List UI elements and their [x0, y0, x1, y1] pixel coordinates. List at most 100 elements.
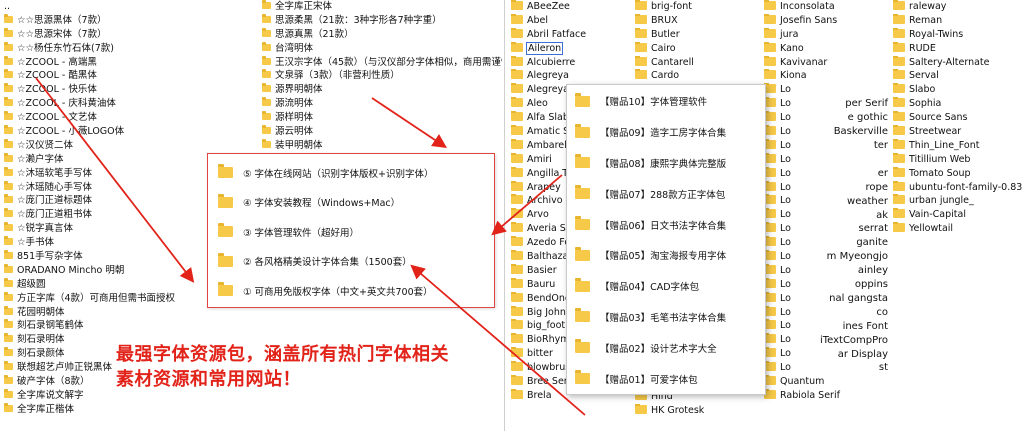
folder-item[interactable]: Kano: [764, 41, 892, 56]
folder-item[interactable]: jura: [764, 27, 892, 42]
folder-item[interactable]: Source Sans: [893, 111, 1024, 125]
popup-folder-label: 【赠品06】日文书法字体合集: [600, 220, 727, 232]
folder-item[interactable]: 全字库正楷体: [4, 402, 259, 417]
folder-item[interactable]: Royal-Twins: [893, 27, 1024, 42]
folder-item[interactable]: Saltery-Alternate: [893, 55, 1024, 70]
popup-folder-item[interactable]: 【赠品03】毛笔书法字体合集: [575, 302, 757, 333]
folder-item[interactable]: ABeeZee: [511, 0, 633, 14]
folder-item[interactable]: Serval: [893, 69, 1024, 83]
folder-item[interactable]: Josefin Sans: [764, 13, 892, 28]
folder-icon: [4, 375, 13, 385]
folder-item[interactable]: ☆ZCOOL - 庆科黄油体: [4, 97, 259, 111]
popup-folder-item[interactable]: 【赠品08】康熙字典体完整版: [575, 148, 757, 179]
folder-item[interactable]: Cairo: [635, 41, 755, 56]
folder-item[interactable]: Streetwear: [893, 125, 1024, 139]
folder-item[interactable]: brig-font: [635, 0, 755, 14]
folder-item[interactable]: 王汉宗字体（45款）（与汉仪部分字体相似，商用需谨慎）: [262, 55, 502, 70]
folder-label: Slabo: [909, 84, 936, 96]
folder-item[interactable]: ☆ZCOOL - 快乐体: [4, 83, 259, 97]
folder-item[interactable]: ☆☆杨任东竹石体(7款): [4, 41, 259, 56]
folder-item[interactable]: 文泉驿（3款）（非营利性质）: [262, 69, 502, 83]
folder-item[interactable]: Abril Fatface: [511, 27, 633, 42]
popup-folder-item[interactable]: ② 各风格精美设计字体合集（1500套）: [218, 247, 484, 277]
popup-folder-item[interactable]: ④ 字体安装教程（Windows+Mac）: [218, 188, 484, 218]
folder-item[interactable]: urban jungle_: [893, 194, 1024, 208]
folder-item[interactable]: 源界明朝体: [262, 83, 502, 97]
folder-item[interactable]: Kavivanar: [764, 55, 892, 70]
folder-item[interactable]: Aileron: [511, 41, 633, 56]
folder-item[interactable]: 刻石录钢笔鹤体: [4, 319, 259, 333]
folder-icon: [4, 250, 13, 260]
folder-item[interactable]: Abel: [511, 13, 633, 28]
popup-folder-item[interactable]: 【赠品01】可爱字体包: [575, 363, 757, 394]
folder-item[interactable]: 装甲明朝体: [262, 138, 502, 153]
folder-item[interactable]: ☆汉仪贤二体: [4, 138, 259, 153]
folder-item[interactable]: 源云明体: [262, 125, 502, 139]
folder-icon: [575, 154, 590, 169]
folder-label: ☆汉仪贤二体: [17, 139, 74, 151]
folder-item[interactable]: Quantum: [764, 375, 892, 389]
folder-label: Saltery-Alternate: [909, 56, 990, 68]
folder-item[interactable]: ☆ZCOOL - 酷黑体: [4, 69, 259, 83]
popup-folder-item[interactable]: ⑤ 字体在线网站（识别字体版权+识别字体）: [218, 158, 484, 188]
folder-item[interactable]: ☆☆思源黑体（7款）: [4, 13, 259, 28]
folder-item[interactable]: Vain-Capital: [893, 208, 1024, 222]
folder-item[interactable]: 思源柔黑（21款：3种字形各7种字重）: [262, 13, 502, 28]
folder-item[interactable]: Cardo: [635, 69, 755, 83]
folder-label: Josefin Sans: [780, 14, 838, 26]
folder-item[interactable]: Butler: [635, 27, 755, 42]
folder-item[interactable]: Thin_Line_Font: [893, 138, 1024, 153]
folder-icon: [4, 361, 13, 371]
folder-icon: [575, 216, 590, 231]
folder-label: 源样明体: [275, 112, 314, 124]
folder-label: 王汉宗字体（45款）（与汉仪部分字体相似，商用需谨慎）: [275, 56, 502, 68]
folder-item[interactable]: Lo: [764, 152, 892, 167]
folder-item[interactable]: Inconsolata: [764, 0, 892, 14]
popup-folder-item[interactable]: 【赠品09】造字工房字体合集: [575, 117, 757, 148]
folder-item[interactable]: BRUX: [635, 13, 755, 28]
popup-folder-item[interactable]: 【赠品06】日文书法字体合集: [575, 209, 757, 240]
folder-label-tail: weather: [847, 195, 888, 207]
popup-folder-item[interactable]: 【赠品07】288款方正字体包: [575, 178, 757, 209]
folder-item[interactable]: 台湾明体: [262, 41, 502, 56]
folder-item[interactable]: 全字库正宋体: [262, 0, 502, 14]
folder-icon: [262, 0, 271, 9]
folder-item[interactable]: Slabo: [893, 83, 1024, 97]
folder-item[interactable]: Lo: [764, 83, 892, 97]
folder-item[interactable]: Yellowtail: [893, 222, 1024, 236]
folder-icon: [511, 0, 523, 10]
folder-item[interactable]: HK Grotesk: [635, 403, 755, 418]
folder-item[interactable]: RUDE: [893, 41, 1024, 56]
folder-item[interactable]: 思源真黑（21款）: [262, 27, 502, 42]
popup-folder-item[interactable]: ③ 字体管理软件（超好用）: [218, 217, 484, 247]
folder-icon: [635, 13, 647, 24]
folder-item[interactable]: 源样明体: [262, 111, 502, 125]
folder-item[interactable]: Alcubierre: [511, 55, 633, 70]
folder-icon: [764, 0, 776, 10]
popup-folder-item[interactable]: ① 可商用免版权字体（中文+英文共700套）: [218, 276, 484, 306]
popup-folder-item[interactable]: 【赠品05】淘宝海报专用字体: [575, 240, 757, 271]
folder-item[interactable]: ☆☆思源宋体（7款）: [4, 27, 259, 42]
folder-item[interactable]: ☆ZCOOL - 小薇LOGO体: [4, 125, 259, 139]
folder-item[interactable]: ubuntu-font-family-0.83: [893, 180, 1024, 195]
folder-item[interactable]: Rabiola Serif: [764, 388, 892, 403]
folder-item[interactable]: Alegreya: [511, 69, 633, 83]
folder-item[interactable]: ☆ZCOOL - 文艺体: [4, 111, 259, 125]
folder-icon: [511, 361, 523, 372]
popup-folder-item[interactable]: 【赠品02】设计艺术字大全: [575, 332, 757, 363]
folder-label: Kiona: [780, 70, 807, 82]
folder-label-tail: ainley: [857, 265, 888, 277]
folder-item[interactable]: Cantarell: [635, 55, 755, 70]
popup-folder-item[interactable]: 【赠品10】字体管理软件: [575, 86, 757, 117]
folder-item[interactable]: ☆ZCOOL - 高端黑: [4, 55, 259, 70]
folder-item[interactable]: Tomato Soup: [893, 166, 1024, 181]
folder-item[interactable]: Sophia: [893, 97, 1024, 111]
folder-item[interactable]: Titillium Web: [893, 152, 1024, 167]
folder-item[interactable]: 源流明体: [262, 97, 502, 111]
folder-item[interactable]: Kiona: [764, 69, 892, 83]
folder-item[interactable]: raleway: [893, 0, 1024, 14]
folder-item[interactable]: Reman: [893, 13, 1024, 28]
folder-item[interactable]: ..: [4, 0, 259, 14]
folder-icon: [893, 0, 905, 10]
popup-folder-item[interactable]: 【赠品04】CAD字体包: [575, 271, 757, 302]
